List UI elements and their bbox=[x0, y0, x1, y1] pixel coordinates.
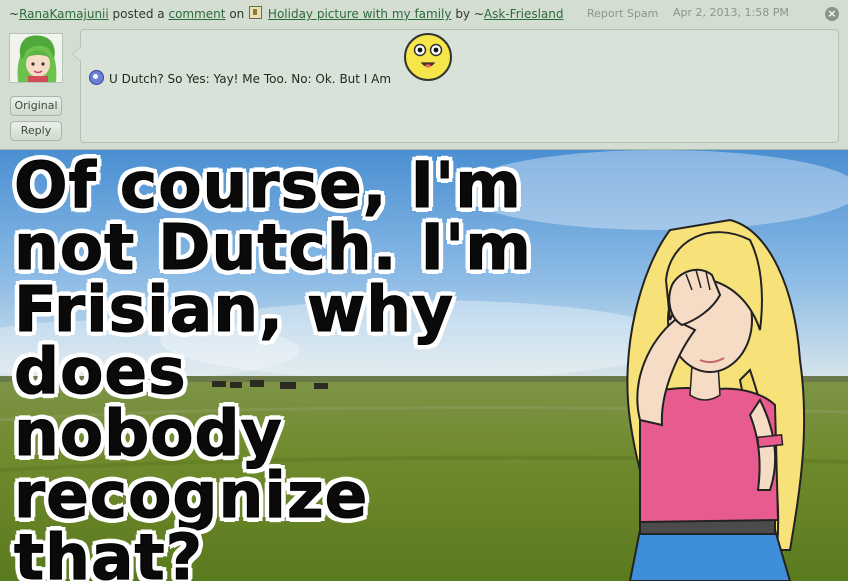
comment-message: U Dutch? So Yes: Yay! Me Too. No: Ok. Bu… bbox=[89, 70, 391, 86]
avatar[interactable] bbox=[9, 33, 63, 83]
reply-button[interactable]: Reply bbox=[10, 121, 62, 141]
comment-bubble: U Dutch? So Yes: Yay! Me Too. No: Ok. Bu… bbox=[72, 29, 839, 143]
picture-caption: Of course, I'm not Dutch. I'm Frisian, w… bbox=[14, 150, 634, 581]
caption-line-1: Of course, I'm bbox=[14, 150, 522, 222]
facepalm-girl-drawing bbox=[626, 218, 806, 581]
comment-panel: ~RanaKamajunii posted a comment on Holid… bbox=[0, 0, 848, 150]
author-tilde: ~ bbox=[9, 7, 20, 21]
deviation-icon bbox=[249, 6, 263, 19]
comment-header: ~RanaKamajunii posted a comment on Holid… bbox=[0, 0, 848, 26]
caption-line-4: nobody recognize bbox=[14, 397, 369, 532]
holiday-picture[interactable]: Of course, I'm not Dutch. I'm Frisian, w… bbox=[0, 150, 848, 581]
artist-link[interactable]: Ask-Friesland bbox=[484, 7, 564, 21]
comment-text: U Dutch? So Yes: Yay! Me Too. No: Ok. Bu… bbox=[109, 72, 392, 86]
by-text: by bbox=[455, 7, 471, 21]
artist-tilde: ~ bbox=[473, 7, 484, 21]
original-button[interactable]: Original bbox=[10, 96, 62, 116]
report-spam-link[interactable]: Report Spam bbox=[587, 7, 658, 20]
smiley-emoticon-icon bbox=[404, 33, 452, 81]
caption-line-3: Frisian, why does bbox=[14, 273, 455, 408]
deviation-title-link[interactable]: Holiday picture with my family bbox=[268, 7, 452, 21]
close-icon[interactable]: × bbox=[825, 7, 839, 21]
comment-emoticon-icon bbox=[89, 70, 104, 85]
caption-line-5: that? bbox=[14, 521, 204, 581]
comment-link[interactable]: comment bbox=[168, 7, 225, 21]
comment-timestamp: Apr 2, 2013, 1:58 PM bbox=[673, 6, 789, 19]
author-link[interactable]: RanaKamajunii bbox=[19, 7, 109, 21]
caption-line-2: not Dutch. I'm bbox=[14, 211, 532, 284]
on-text: on bbox=[229, 7, 245, 21]
posted-a-text: posted a bbox=[112, 7, 165, 21]
